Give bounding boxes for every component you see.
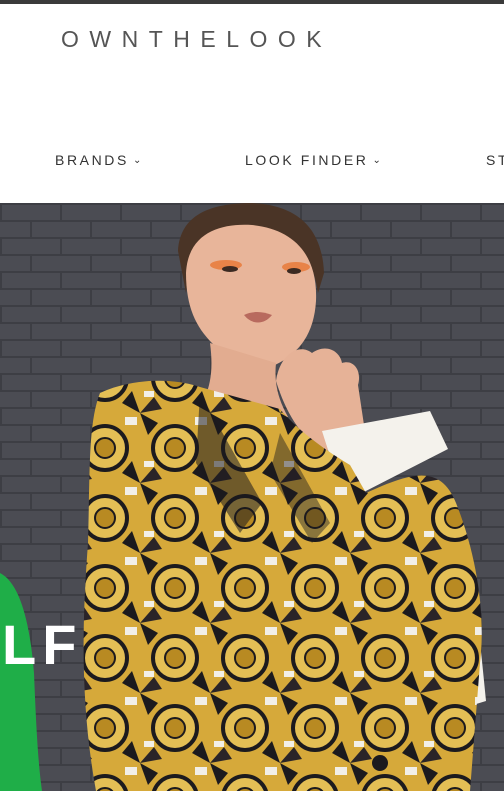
- nav-item-label: ST: [486, 152, 504, 168]
- nav-item-look-finder[interactable]: LOOK FINDER ⌄: [245, 152, 381, 168]
- site-header: OWNTHELOOK BRANDS⌄ LOOK FINDER⌄ ST: [0, 4, 504, 203]
- hero-banner[interactable]: LF: [0, 203, 504, 791]
- nav-item-partial[interactable]: ST: [486, 152, 504, 168]
- main-nav: BRANDS⌄ LOOK FINDER⌄ ST: [0, 152, 504, 172]
- nav-item-label: BRANDS: [55, 152, 129, 168]
- site-logo[interactable]: OWNTHELOOK: [61, 26, 332, 53]
- chevron-down-icon: ⌄: [372, 155, 381, 166]
- nav-item-label: LOOK FINDER: [245, 152, 369, 168]
- hero-image: [0, 203, 504, 791]
- page: OWNTHELOOK BRANDS⌄ LOOK FINDER⌄ ST: [0, 0, 504, 791]
- chevron-down-icon: ⌄: [132, 155, 142, 166]
- hero-overlay-text: LF: [2, 613, 83, 676]
- nav-item-brands[interactable]: BRANDS ⌄: [55, 152, 141, 168]
